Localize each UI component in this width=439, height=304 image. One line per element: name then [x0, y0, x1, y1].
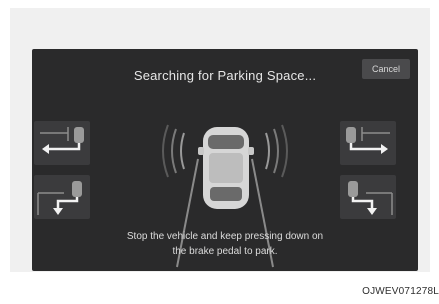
perpendicular-left-icon [37, 181, 82, 215]
vehicle-icon [198, 127, 254, 209]
perpendicular-left-parking-button[interactable] [34, 175, 90, 219]
sensor-wave-left-3 [162, 124, 169, 178]
perpendicular-right-parking-button[interactable] [340, 175, 396, 219]
perpendicular-right-icon [348, 181, 393, 215]
sensor-wave-left-1 [180, 132, 185, 170]
cancel-button[interactable]: Cancel [362, 59, 410, 79]
instruction-line-2: the brake pedal to park. [172, 246, 278, 257]
instruction-line-1: Stop the vehicle and keep pressing down … [126, 231, 324, 242]
sensor-wave-right-2 [273, 128, 279, 174]
screen-title: Searching for Parking Space... [133, 68, 317, 83]
parallel-right-parking-button[interactable] [340, 121, 396, 165]
parking-assist-screen: Searching for Parking Space... Cancel St… [32, 49, 418, 271]
parallel-left-icon [40, 127, 84, 154]
parallel-left-parking-button[interactable] [34, 121, 90, 165]
image-code: OJWEV071278L [362, 286, 439, 297]
sensor-wave-left-2 [171, 128, 177, 174]
parallel-right-icon [346, 127, 390, 154]
sensor-wave-right-3 [281, 124, 288, 178]
instruction-message: Stop the vehicle and keep pressing down … [102, 229, 348, 259]
sensor-wave-right-1 [265, 132, 270, 170]
